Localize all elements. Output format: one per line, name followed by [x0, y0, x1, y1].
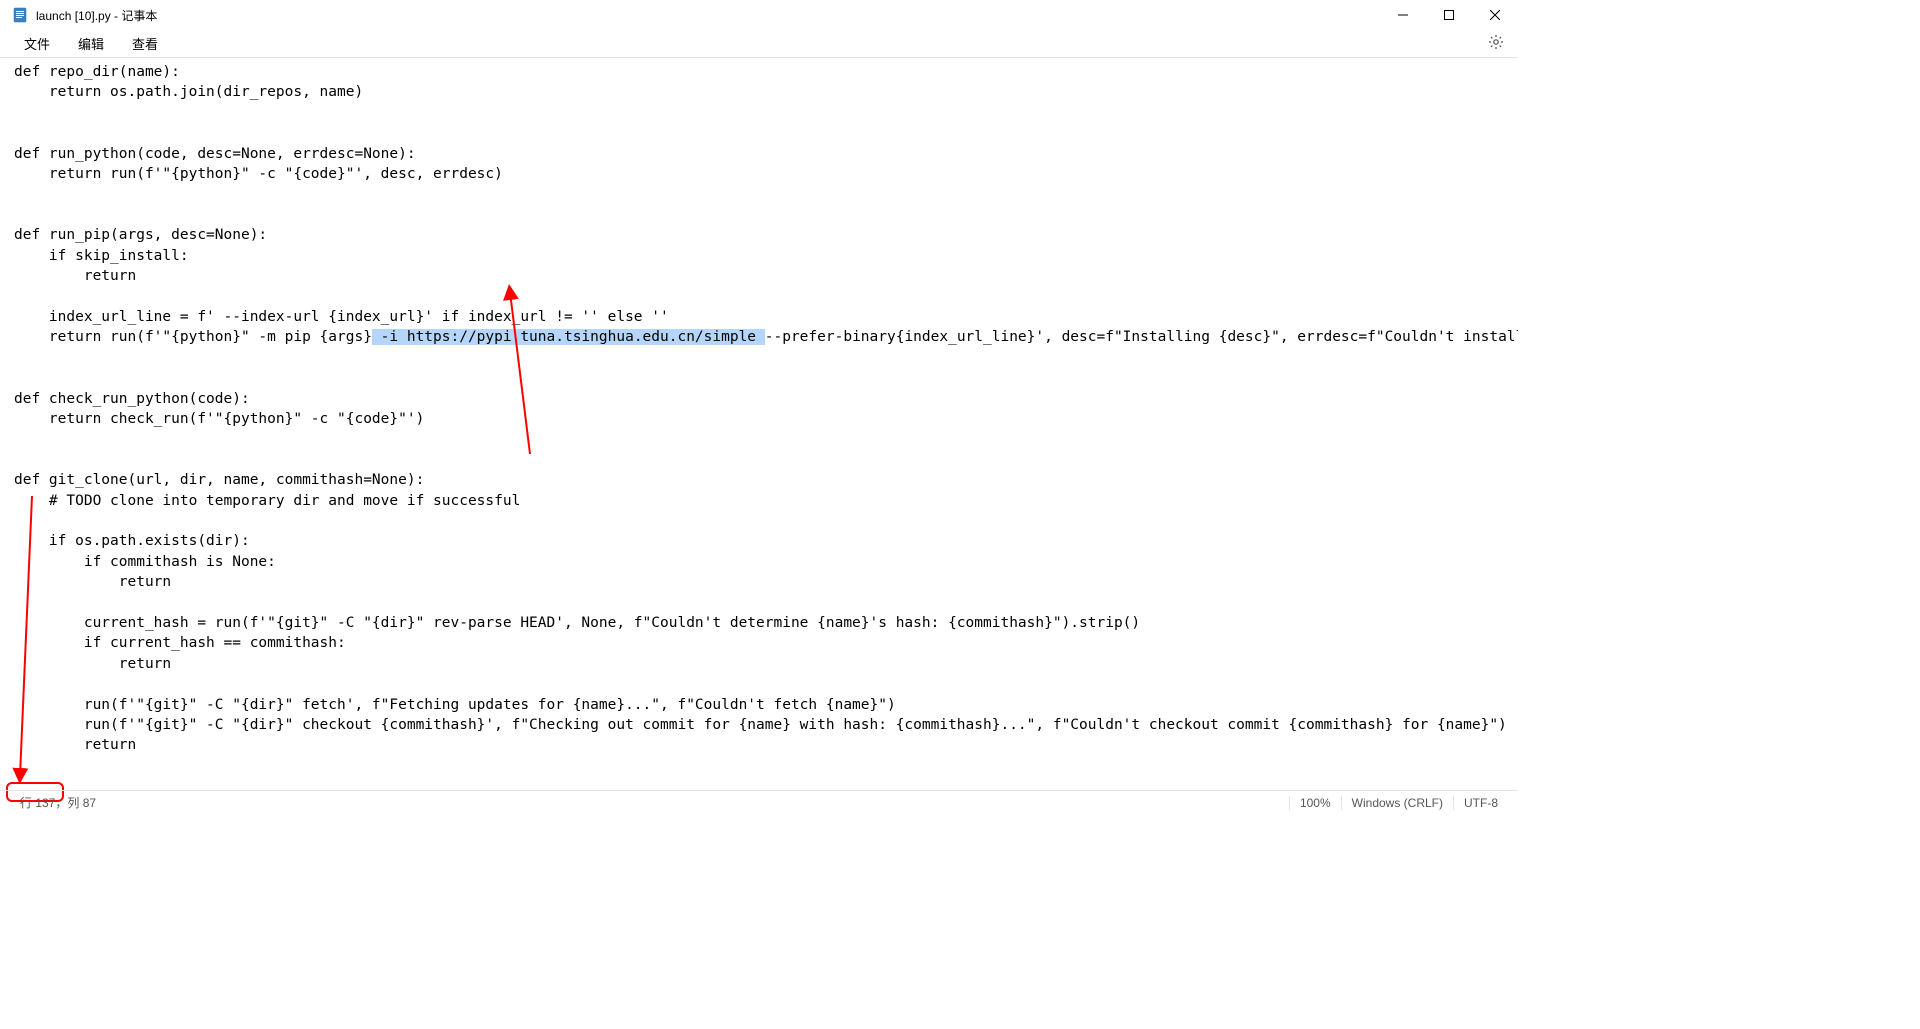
code-line: run(f'"{git}" -C "{dir}" fetch', f"Fetch…: [14, 697, 896, 713]
window-title: launch [10].py - 记事本: [36, 7, 157, 24]
code-line: if os.path.exists(dir):: [14, 533, 250, 549]
code-line: return: [14, 268, 136, 284]
code-line: return run(f'"{python}" -c "{code}"', de…: [14, 166, 503, 182]
status-position: 行 137，列 87: [10, 794, 106, 811]
code-line: if current_hash == commithash:: [14, 635, 346, 651]
code-line: def repo_dir(name):: [14, 64, 180, 80]
code-line: return run(f'"{python}" -m pip {args}: [14, 329, 372, 345]
text-editor-content[interactable]: def repo_dir(name): return os.path.join(…: [0, 58, 1518, 790]
code-line: --prefer-binary{index_url_line}', desc=f…: [765, 329, 1518, 345]
menu-file[interactable]: 文件: [10, 30, 64, 57]
window-controls: [1380, 0, 1518, 30]
code-line: return: [14, 574, 171, 590]
status-zoom[interactable]: 100%: [1289, 796, 1341, 810]
status-encoding: UTF-8: [1453, 796, 1508, 810]
code-line: run(f'"{git}" -C "{dir}" checkout {commi…: [14, 717, 1507, 733]
settings-icon[interactable]: [1488, 34, 1504, 54]
minimize-button[interactable]: [1380, 0, 1426, 30]
code-line: # TODO clone into temporary dir and move…: [14, 493, 520, 509]
code-line: return check_run(f'"{python}" -c "{code}…: [14, 411, 424, 427]
code-line: index_url_line = f' --index-url {index_u…: [14, 309, 669, 325]
code-line: def git_clone(url, dir, name, commithash…: [14, 472, 424, 488]
code-line: def run_pip(args, desc=None):: [14, 227, 267, 243]
code-line: def check_run_python(code):: [14, 391, 250, 407]
selected-text: -i https://pypi.tuna.tsinghua.edu.cn/sim…: [372, 329, 765, 345]
code-line: if commithash is None:: [14, 554, 276, 570]
code-line: return: [14, 737, 136, 753]
menu-view[interactable]: 查看: [118, 30, 172, 57]
notepad-icon: [12, 7, 28, 23]
status-bar: 行 137，列 87 100% Windows (CRLF) UTF-8: [0, 790, 1518, 814]
code-line: return: [14, 656, 171, 672]
code-line: current_hash = run(f'"{git}" -C "{dir}" …: [14, 615, 1140, 631]
code-line: if skip_install:: [14, 248, 189, 264]
status-eol: Windows (CRLF): [1341, 796, 1453, 810]
code-line: return os.path.join(dir_repos, name): [14, 84, 363, 100]
code-line: def run_python(code, desc=None, errdesc=…: [14, 146, 416, 162]
maximize-button[interactable]: [1426, 0, 1472, 30]
menu-edit[interactable]: 编辑: [64, 30, 118, 57]
menu-bar: 文件 编辑 查看: [0, 30, 1518, 58]
title-bar: launch [10].py - 记事本: [0, 0, 1518, 30]
close-button[interactable]: [1472, 0, 1518, 30]
